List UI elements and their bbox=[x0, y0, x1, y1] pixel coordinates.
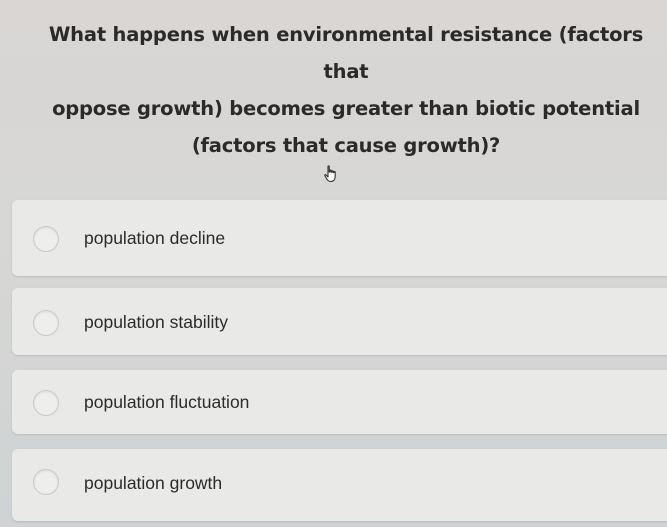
hand-pointer-icon bbox=[324, 165, 336, 183]
question-line-1: What happens when environmental resistan… bbox=[48, 23, 644, 83]
option-label: population fluctuation bbox=[84, 392, 250, 412]
question-text: What happens when environmental resistan… bbox=[26, 16, 666, 164]
answer-option-population-fluctuation[interactable]: population fluctuation bbox=[12, 370, 667, 434]
question-line-2: oppose growth) becomes greater than biot… bbox=[52, 97, 640, 120]
question-line-3: (factors that cause growth)? bbox=[191, 134, 501, 157]
answer-option-population-stability[interactable]: population stability bbox=[12, 288, 667, 355]
radio-button[interactable] bbox=[33, 226, 59, 252]
answer-option-population-decline[interactable]: population decline bbox=[12, 200, 667, 276]
option-label: population decline bbox=[84, 228, 226, 248]
radio-button[interactable] bbox=[33, 390, 59, 416]
option-label: population growth bbox=[84, 473, 223, 493]
radio-button[interactable] bbox=[33, 310, 59, 336]
question-area: What happens when environmental resistan… bbox=[0, 0, 667, 205]
radio-button[interactable] bbox=[33, 469, 59, 495]
option-label: population stability bbox=[84, 312, 228, 332]
answer-option-population-growth[interactable]: population growth bbox=[12, 449, 667, 521]
